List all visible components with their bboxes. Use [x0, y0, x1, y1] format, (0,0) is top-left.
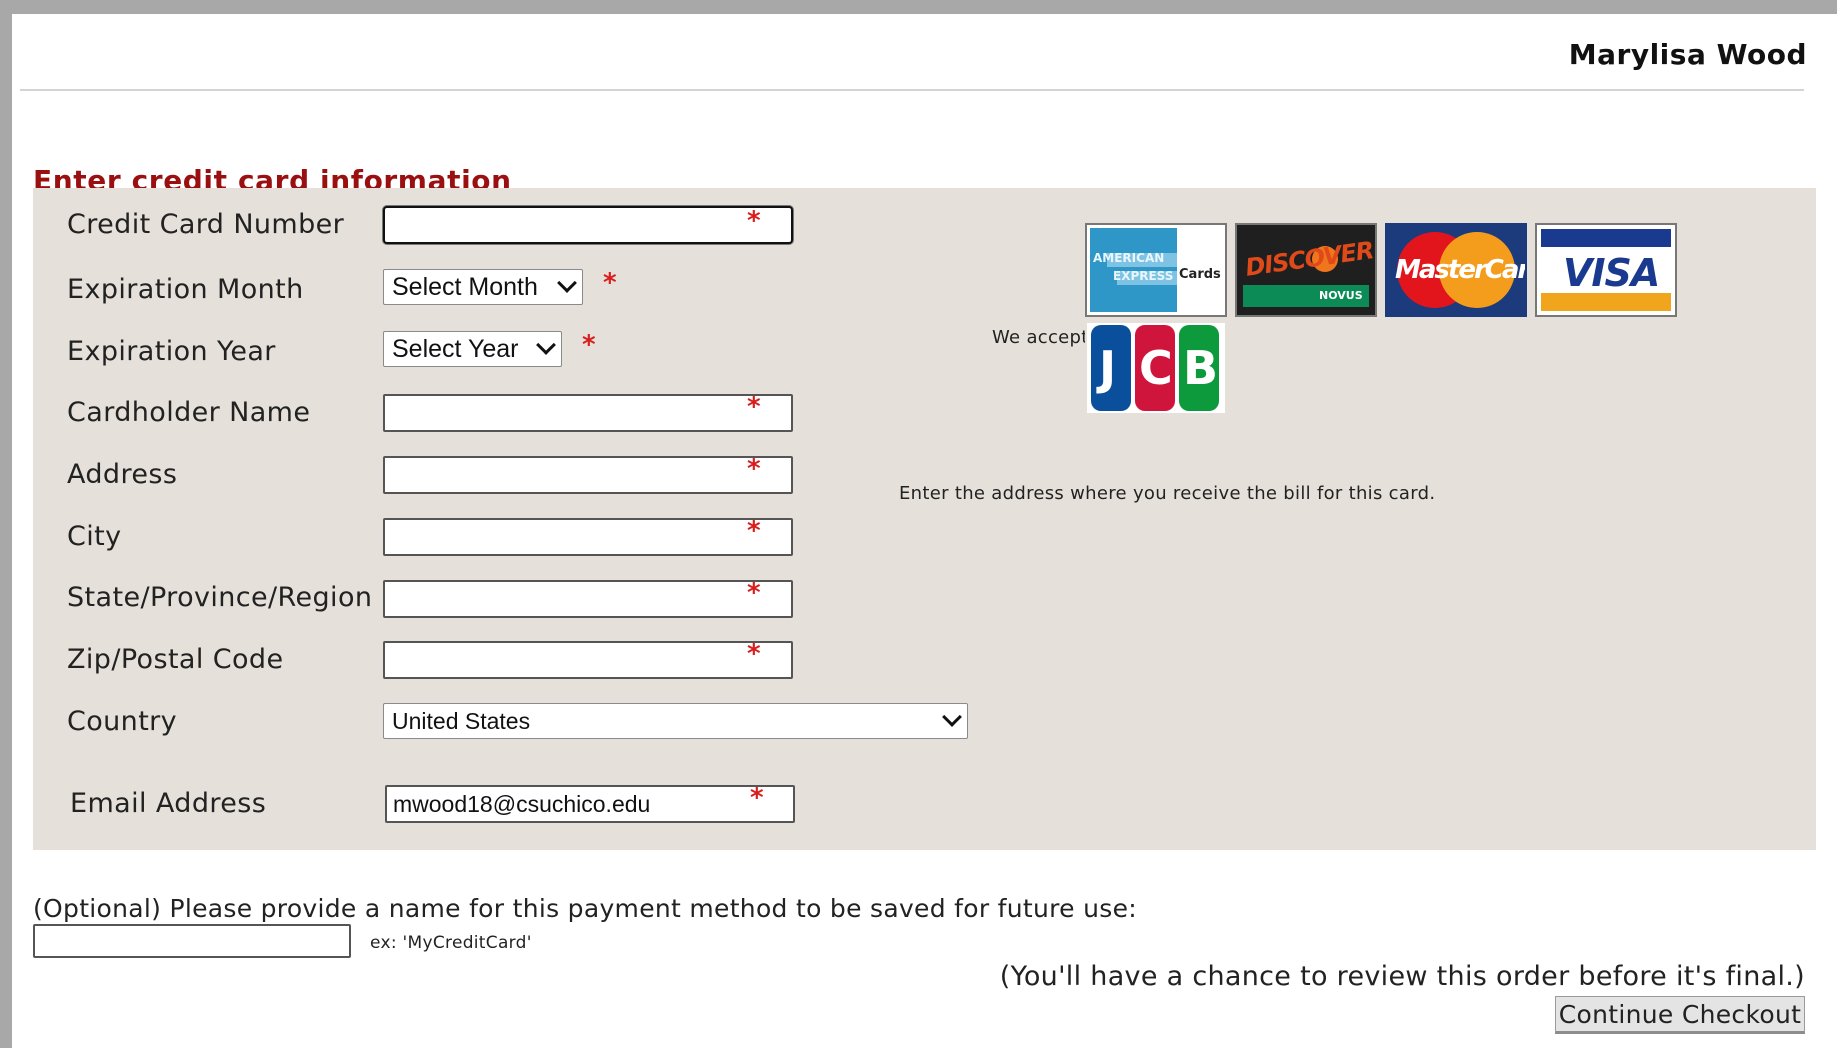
city-input[interactable]: [383, 518, 793, 556]
payment-method-name-input[interactable]: [33, 924, 351, 958]
zip-input[interactable]: [383, 641, 793, 679]
checkout-page: Marylisa Wood Enter credit card informat…: [12, 14, 1837, 1048]
jcb-j: J: [1099, 341, 1117, 395]
amex-line2: EXPRESS: [1113, 269, 1174, 283]
address-hint: Enter the address where you receive the …: [899, 483, 1436, 504]
address-input[interactable]: [383, 456, 793, 494]
amex-line1: AMERICAN: [1093, 251, 1165, 265]
discover-card-logo: DISCOVER NOVUS: [1235, 223, 1377, 317]
optional-payment-name-text: (Optional) Please provide a name for thi…: [33, 894, 1137, 923]
visa-card-logo: VISA: [1535, 223, 1677, 317]
review-note: (You'll have a chance to review this ord…: [999, 961, 1805, 992]
card-number-input[interactable]: [383, 206, 793, 244]
visa-text: VISA: [1563, 251, 1660, 295]
city-label: City: [67, 521, 122, 552]
zip-label: Zip/Postal Code: [67, 644, 284, 675]
mastercard-card-logo: MasterCard: [1385, 223, 1527, 317]
discover-sub: NOVUS: [1319, 289, 1363, 302]
required-marker: *: [747, 639, 761, 669]
country-selected: United States: [392, 707, 531, 734]
required-marker: *: [750, 783, 764, 813]
exp-month-selected: Select Month: [392, 272, 538, 301]
country-select[interactable]: United States: [383, 703, 968, 739]
we-accept-label: We accept:: [992, 327, 1095, 348]
state-input[interactable]: [383, 580, 793, 618]
exp-year-label: Expiration Year: [67, 336, 276, 367]
exp-month-select[interactable]: Select Month: [383, 269, 583, 305]
chevron-down-icon: [536, 335, 556, 355]
country-label: Country: [67, 706, 178, 737]
required-marker: *: [582, 330, 596, 360]
jcb-c: C: [1139, 341, 1173, 395]
card-number-label: Credit Card Number: [67, 209, 345, 240]
amex-card-logo: AMERICAN EXPRESS Cards: [1085, 223, 1227, 317]
address-label: Address: [67, 459, 178, 490]
cardholder-label: Cardholder Name: [67, 397, 311, 428]
cardholder-input[interactable]: [383, 394, 793, 432]
state-label: State/Province/Region: [67, 582, 373, 613]
continue-checkout-button[interactable]: Continue Checkout: [1555, 996, 1805, 1034]
required-marker: *: [747, 454, 761, 484]
required-marker: *: [603, 268, 617, 298]
header-divider: [20, 89, 1804, 91]
chevron-down-icon: [557, 273, 577, 293]
chevron-down-icon: [942, 707, 962, 727]
required-marker: *: [747, 578, 761, 608]
amex-suffix: Cards: [1179, 267, 1221, 282]
email-input[interactable]: [385, 785, 795, 823]
payment-method-name-hint: ex: 'MyCreditCard': [370, 933, 532, 953]
exp-month-label: Expiration Month: [67, 274, 304, 305]
exp-year-selected: Select Year: [392, 334, 519, 363]
mastercard-text: MasterCard: [1395, 255, 1525, 285]
exp-year-select[interactable]: Select Year: [383, 331, 562, 367]
required-marker: *: [747, 516, 761, 546]
jcb-b: B: [1183, 341, 1219, 395]
required-marker: *: [747, 392, 761, 422]
email-label: Email Address: [70, 788, 267, 819]
jcb-card-logo: J C B: [1085, 321, 1227, 415]
user-name: Marylisa Wood: [1568, 38, 1807, 71]
required-marker: *: [747, 206, 761, 236]
